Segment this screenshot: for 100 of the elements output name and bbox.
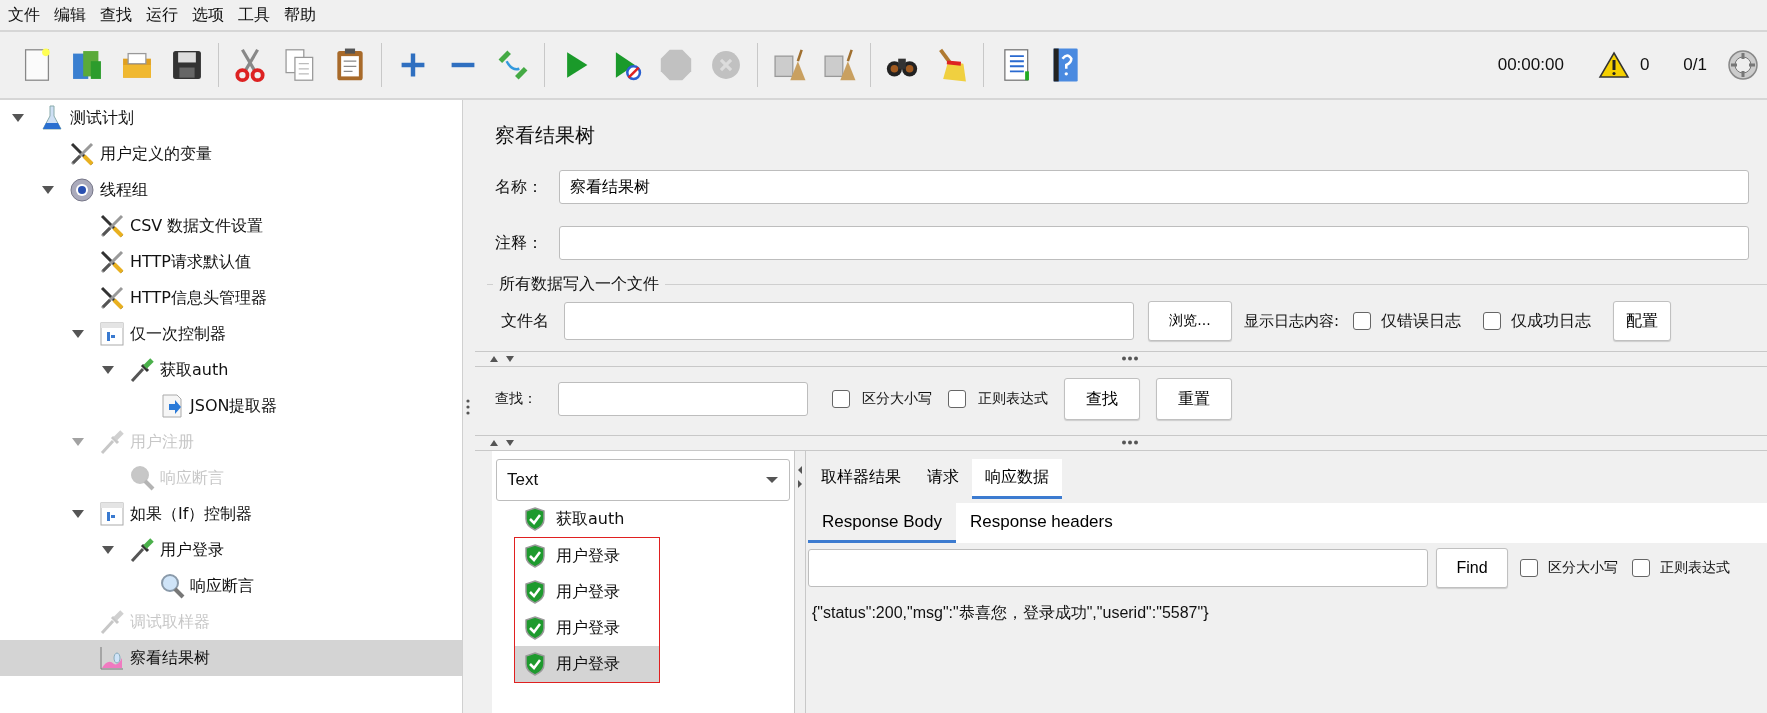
tree-row[interactable]: 如果（If）控制器 (0, 496, 462, 532)
magnifier-icon (158, 572, 186, 600)
tree-row[interactable]: 用户定义的变量 (0, 136, 462, 172)
grip-icon[interactable] (1121, 356, 1139, 361)
tree-label: 获取auth (160, 359, 229, 381)
find-field[interactable] (808, 549, 1428, 587)
checkbox-label: 区分大小写 (1548, 559, 1618, 577)
browse-button[interactable]: 浏览... (1148, 301, 1232, 341)
tree-row[interactable]: 获取auth (0, 352, 462, 388)
tree-row[interactable]: 响应断言 (0, 568, 462, 604)
tree-row[interactable]: 测试计划 (0, 100, 462, 136)
menu-item[interactable]: 工具 (237, 4, 271, 26)
tree-label: 用户注册 (130, 431, 194, 453)
search-label: 查找： (495, 390, 538, 408)
menu-item[interactable]: 帮助 (283, 4, 317, 26)
shield-check-icon (524, 580, 546, 604)
tools-icon (98, 248, 126, 276)
result-item[interactable]: 用户登录 (515, 538, 659, 574)
tree-label: 用户定义的变量 (100, 143, 212, 165)
tab[interactable]: 取样器结果 (808, 459, 914, 499)
expand-arrow-icon[interactable] (101, 545, 115, 555)
tab[interactable]: 响应数据 (972, 459, 1062, 499)
name-label: 名称： (495, 176, 544, 198)
comment-label: 注释： (495, 232, 544, 254)
chart-icon (98, 644, 126, 672)
result-item[interactable]: 用户登录 (515, 646, 659, 682)
checkbox-label: 正则表达式 (978, 390, 1048, 408)
tree-row[interactable]: JSON提取器 (0, 388, 462, 424)
tree-label: HTTP请求默认值 (130, 251, 251, 273)
result-item[interactable]: 获取auth (492, 501, 794, 537)
reset-button[interactable]: 重置 (1156, 378, 1232, 420)
tree-label: HTTP信息头管理器 (130, 287, 267, 309)
dropdown-arrow-icon[interactable] (765, 476, 779, 484)
checkbox[interactable] (832, 390, 850, 408)
checkbox-label: 正则表达式 (1660, 559, 1730, 577)
collapse-arrows-icon[interactable] (489, 439, 517, 447)
tree-label: 仅一次控制器 (130, 323, 226, 345)
renderer-dropdown[interactable]: Text (496, 459, 790, 501)
warning-count: 0 (1639, 55, 1650, 75)
gear-icon (68, 176, 96, 204)
search-field[interactable] (558, 382, 808, 416)
tab[interactable]: Response Body (808, 503, 957, 543)
tree-label: 响应断言 (190, 575, 254, 597)
tree-row[interactable]: 察看结果树 (0, 640, 462, 676)
name-field[interactable]: 察看结果树 (559, 170, 1749, 204)
tab[interactable]: Response headers (956, 503, 1127, 543)
checkbox-label: 仅成功日志 (1511, 310, 1592, 332)
tree-row[interactable]: 线程组 (0, 172, 462, 208)
shield-check-icon (524, 507, 546, 531)
expand-arrow-icon[interactable] (71, 509, 85, 519)
menu-item[interactable]: 查找 (99, 4, 133, 26)
grip-icon[interactable] (466, 398, 470, 415)
file-field[interactable] (564, 302, 1134, 340)
menu-item[interactable]: 运行 (145, 4, 179, 26)
comment-field[interactable] (559, 226, 1749, 260)
tab[interactable]: 请求 (914, 459, 972, 499)
menu-item[interactable]: 编辑 (53, 4, 87, 26)
tree-row[interactable]: CSV 数据文件设置 (0, 208, 462, 244)
dropper-icon (128, 356, 156, 384)
panel-title: 察看结果树 (494, 122, 596, 149)
checkbox-label: 仅错误日志 (1381, 310, 1462, 332)
tree-label: 用户登录 (160, 539, 224, 561)
shield-check-icon (524, 616, 546, 640)
section-title: 所有数据写入一个文件 (499, 274, 659, 295)
checkbox[interactable] (1520, 559, 1538, 577)
tree-row[interactable]: HTTP信息头管理器 (0, 280, 462, 316)
collapse-arrows-icon[interactable] (489, 355, 517, 363)
expand-arrow-icon[interactable] (41, 185, 55, 195)
grip-icon[interactable] (1121, 440, 1139, 445)
result-item[interactable]: 用户登录 (515, 574, 659, 610)
checkbox[interactable] (948, 390, 966, 408)
checkbox[interactable] (1483, 312, 1502, 330)
tree-row[interactable]: 仅一次控制器 (0, 316, 462, 352)
tree-label: JSON提取器 (190, 395, 278, 417)
tree-label: 线程组 (100, 179, 148, 201)
menu-item[interactable]: 文件 (7, 4, 41, 26)
dropper-icon (128, 536, 156, 564)
tree-row[interactable]: 用户登录 (0, 532, 462, 568)
search-button[interactable]: 查找 (1064, 378, 1140, 420)
configure-button[interactable]: 配置 (1613, 301, 1672, 341)
window-icon (98, 320, 126, 348)
tree-label: 调试取样器 (130, 611, 210, 633)
result-item[interactable]: 用户登录 (515, 610, 659, 646)
collapse-arrows-icon[interactable] (797, 465, 803, 489)
expand-arrow-icon[interactable] (71, 329, 85, 339)
tools-icon (98, 212, 126, 240)
warning-icon (1597, 51, 1630, 79)
checkbox[interactable] (1353, 312, 1372, 330)
tree-label: 察看结果树 (130, 647, 210, 669)
shield-check-icon (524, 652, 546, 676)
checkbox[interactable] (1632, 559, 1650, 577)
elapsed-time: 00:00:00 (1497, 55, 1564, 75)
expand-arrow-icon[interactable] (101, 365, 115, 375)
menu-item[interactable]: 选项 (191, 4, 225, 26)
tree-row[interactable]: HTTP请求默认值 (0, 244, 462, 280)
log-label: 显示日志内容: (1244, 311, 1340, 331)
find-button[interactable]: Find (1436, 548, 1508, 588)
expand-arrow-icon[interactable] (11, 113, 25, 123)
remote-status-icon (1727, 49, 1759, 81)
tree-label: 如果（If）控制器 (130, 503, 253, 525)
